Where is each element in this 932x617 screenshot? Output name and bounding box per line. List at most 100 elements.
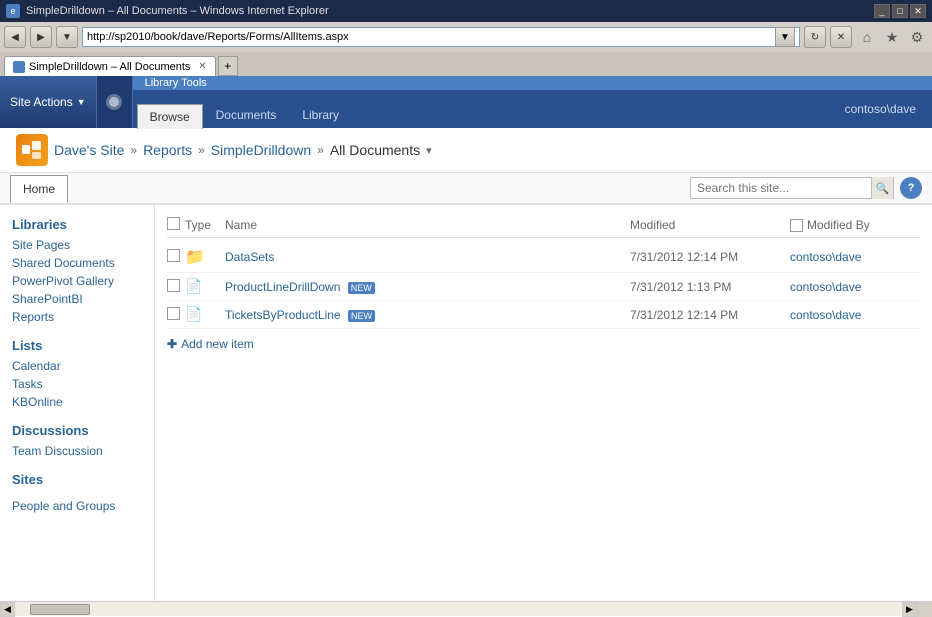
browser-window: e SimpleDrilldown – All Documents – Wind… bbox=[0, 0, 932, 616]
sp-nav-bar: Home 🔍 ? bbox=[0, 173, 932, 205]
file-link-productline[interactable]: ProductLineDrillDown bbox=[225, 280, 340, 294]
dropdown-button[interactable]: ▼ bbox=[56, 26, 78, 48]
forward-button[interactable]: ▶ bbox=[30, 26, 52, 48]
home-icon[interactable]: ⌂ bbox=[856, 26, 878, 48]
file-link-datasets[interactable]: DataSets bbox=[225, 250, 274, 264]
site-icon bbox=[16, 134, 48, 166]
search-button[interactable]: 🔍 bbox=[871, 177, 893, 199]
ribbon-context-strip: Library Tools bbox=[133, 76, 932, 90]
ribbon-tab-library[interactable]: Library bbox=[289, 102, 352, 128]
select-all-checkbox[interactable] bbox=[167, 217, 180, 230]
sp-page-container: Dave's Site » Reports » SimpleDrilldown … bbox=[0, 128, 932, 601]
ribbon-tab-browse[interactable]: Browse bbox=[137, 104, 203, 129]
modby-link-datasets[interactable]: contoso\dave bbox=[790, 250, 861, 264]
site-actions-label: Site Actions bbox=[10, 95, 73, 109]
close-button[interactable]: ✕ bbox=[910, 4, 926, 18]
breadcrumb-sep3: » bbox=[317, 143, 324, 157]
sidebar-item-kbonline[interactable]: KBOnline bbox=[12, 393, 142, 411]
file-link-tickets[interactable]: TicketsByProductLine bbox=[225, 308, 341, 322]
address-dropdown[interactable]: ▼ bbox=[775, 27, 795, 47]
breadcrumb-dropdown-icon[interactable]: ▾ bbox=[426, 144, 432, 157]
row-modified-tickets: 7/31/2012 12:14 PM bbox=[630, 308, 790, 322]
row-type-productline: 📄 bbox=[185, 278, 225, 295]
modby-link-tickets[interactable]: contoso\dave bbox=[790, 308, 861, 322]
sidebar-item-site-pages[interactable]: Site Pages bbox=[12, 236, 142, 254]
sidebar-lists-heading: Lists bbox=[12, 338, 142, 353]
scroll-right-button[interactable]: ▶ bbox=[902, 602, 917, 617]
row-checkbox-datasets[interactable] bbox=[167, 249, 180, 262]
row-checkbox-tickets[interactable] bbox=[167, 307, 180, 320]
add-new-item[interactable]: ✚ Add new item bbox=[167, 329, 920, 359]
site-actions-button[interactable]: Site Actions ▼ bbox=[0, 76, 97, 128]
sidebar-item-powerpivot[interactable]: PowerPivot Gallery bbox=[12, 272, 142, 290]
tab-label: SimpleDrilldown – All Documents bbox=[29, 61, 190, 73]
sidebar-item-team-discussion[interactable]: Team Discussion bbox=[12, 442, 142, 460]
sidebar-item-shared-docs[interactable]: Shared Documents bbox=[12, 254, 142, 272]
scroll-h-thumb[interactable] bbox=[30, 604, 90, 615]
sidebar-item-reports[interactable]: Reports bbox=[12, 308, 142, 326]
modby-link-productline[interactable]: contoso\dave bbox=[790, 280, 861, 294]
new-badge-productline: NEW bbox=[348, 282, 375, 294]
doc-icon: 📄 bbox=[185, 306, 202, 322]
sidebar-libraries-heading: Libraries bbox=[12, 217, 142, 232]
address-field[interactable]: http://sp2010/book/dave/Reports/Forms/Al… bbox=[82, 27, 800, 47]
row-checkbox-productline[interactable] bbox=[167, 279, 180, 292]
active-tab[interactable]: SimpleDrilldown – All Documents ✕ bbox=[4, 56, 216, 76]
header-modby-label: Modified By bbox=[807, 218, 870, 232]
scroll-left-button[interactable]: ◀ bbox=[0, 602, 15, 617]
window-title: SimpleDrilldown – All Documents – Window… bbox=[26, 5, 329, 17]
header-modified-by: Modified By bbox=[790, 218, 920, 232]
restore-button[interactable]: □ bbox=[892, 4, 908, 18]
row-modified-productline: 7/31/2012 1:13 PM bbox=[630, 280, 790, 294]
ribbon-tabs-area: Library Tools Browse Documents Library c… bbox=[133, 76, 932, 128]
nav-home[interactable]: Home bbox=[10, 175, 68, 203]
row-name-datasets: DataSets bbox=[225, 250, 630, 264]
new-tab-button[interactable]: + bbox=[218, 56, 238, 76]
header-modby-checkbox[interactable] bbox=[790, 219, 803, 232]
row-check-productline[interactable] bbox=[167, 279, 185, 295]
sp-logo-button[interactable] bbox=[97, 76, 133, 128]
search-box: 🔍 bbox=[690, 177, 894, 199]
row-modby-tickets: contoso\dave bbox=[790, 308, 920, 322]
ribbon-left: Site Actions ▼ bbox=[0, 76, 133, 128]
header-type: Type bbox=[185, 218, 225, 232]
favorites-icon[interactable]: ★ bbox=[881, 26, 903, 48]
sidebar-discussions-heading: Discussions bbox=[12, 423, 142, 438]
sidebar-item-calendar[interactable]: Calendar bbox=[12, 357, 142, 375]
scroll-corner bbox=[917, 602, 932, 617]
sharepoint-ribbon: Site Actions ▼ Library Tools Browse Docu… bbox=[0, 76, 932, 128]
sp-header: Dave's Site » Reports » SimpleDrilldown … bbox=[0, 128, 932, 173]
header-check[interactable] bbox=[167, 217, 185, 233]
tools-icon[interactable]: ⚙ bbox=[906, 26, 928, 48]
sidebar-item-tasks[interactable]: Tasks bbox=[12, 375, 142, 393]
header-modified[interactable]: Modified bbox=[630, 218, 790, 232]
breadcrumb-page: All Documents bbox=[330, 142, 420, 158]
sidebar-item-people-groups[interactable]: People and Groups bbox=[12, 497, 142, 515]
refresh-button[interactable]: ↻ bbox=[804, 26, 826, 48]
sidebar-item-sharepointbi[interactable]: SharePointBI bbox=[12, 290, 142, 308]
window-controls[interactable]: _ □ ✕ bbox=[874, 4, 926, 18]
stop-button[interactable]: ✕ bbox=[830, 26, 852, 48]
ribbon-user[interactable]: contoso\dave bbox=[833, 98, 928, 120]
table-row: 📄 TicketsByProductLine NEW 7/31/2012 12:… bbox=[167, 301, 920, 329]
back-button[interactable]: ◀ bbox=[4, 26, 26, 48]
help-button[interactable]: ? bbox=[900, 177, 922, 199]
breadcrumb-subsection[interactable]: SimpleDrilldown bbox=[211, 142, 311, 158]
row-modified-datasets: 7/31/2012 12:14 PM bbox=[630, 250, 790, 264]
table-row: 📄 ProductLineDrillDown NEW 7/31/2012 1:1… bbox=[167, 273, 920, 301]
toolbar-icons: ⌂ ★ ⚙ bbox=[856, 26, 928, 48]
add-icon: ✚ bbox=[167, 337, 177, 351]
add-label: Add new item bbox=[181, 337, 254, 351]
ribbon-tab-documents[interactable]: Documents bbox=[203, 102, 290, 128]
header-name[interactable]: Name bbox=[225, 218, 630, 232]
table-row: 📁 DataSets 7/31/2012 12:14 PM contoso\da… bbox=[167, 242, 920, 273]
scroll-h-track bbox=[30, 603, 887, 616]
tab-close-button[interactable]: ✕ bbox=[198, 61, 206, 72]
breadcrumb-site[interactable]: Dave's Site bbox=[54, 142, 124, 158]
breadcrumb-section[interactable]: Reports bbox=[143, 142, 192, 158]
search-input[interactable] bbox=[691, 181, 871, 195]
content-area: Type Name Modified Modified By 📁 bbox=[155, 205, 932, 601]
row-check-datasets[interactable] bbox=[167, 249, 185, 265]
row-check-tickets[interactable] bbox=[167, 307, 185, 323]
minimize-button[interactable]: _ bbox=[874, 4, 890, 18]
